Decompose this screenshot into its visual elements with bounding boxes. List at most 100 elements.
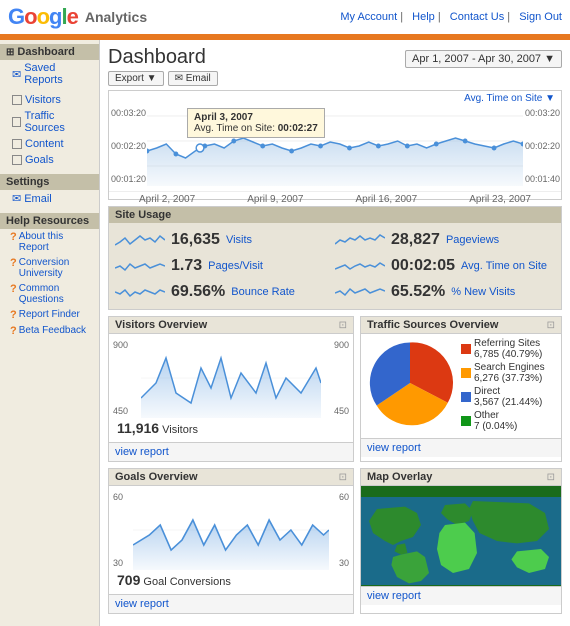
header-nav: My Account | Help | Contact Us | Sign Ou… xyxy=(334,11,562,23)
sidebar-settings-title: Settings xyxy=(0,174,99,190)
legend-direct: Direct 3,567 (21.44%) xyxy=(461,386,545,408)
visitors-line-chart xyxy=(141,338,321,418)
site-usage-section: Site Usage 16,635 Visits 28,827 Pageview… xyxy=(108,206,562,310)
search-label: Search Engines xyxy=(474,362,545,373)
new-visits-label[interactable]: % New Visits xyxy=(451,286,515,298)
dashboard-title-area: Dashboard Export ▼ ✉ Email xyxy=(108,46,218,86)
chart-plot-area: April 3, 2007 Avg. Time on Site: 00:02:2… xyxy=(147,106,523,191)
avg-time-label[interactable]: Avg. Time on Site xyxy=(461,260,547,272)
visitors-chart-area: 900 450 xyxy=(113,338,349,418)
date-range-selector[interactable]: Apr 1, 2007 - Apr 30, 2007 ▼ xyxy=(405,50,562,68)
visitors-panel-header: Visitors Overview ⊡ xyxy=(109,317,353,334)
y-axis-right: 00:03:20 00:02:20 00:01:40 xyxy=(523,106,561,186)
sidebar-item-visitors[interactable]: Visitors xyxy=(0,92,99,108)
map-panel-header: Map Overlay ⊡ xyxy=(361,469,561,486)
traffic-panel-title: Traffic Sources Overview xyxy=(367,319,498,331)
sidebar-item-goals[interactable]: Goals xyxy=(0,152,99,168)
traffic-panel-icon[interactable]: ⊡ xyxy=(547,320,555,331)
sparkline-visits xyxy=(115,230,165,250)
traffic-panel-content: Referring Sites 6,785 (40.79%) Search En… xyxy=(361,334,561,438)
sparkline-time xyxy=(335,256,385,276)
visitors-view-report-link[interactable]: view report xyxy=(115,446,169,458)
direct-value: 3,567 (21.44%) xyxy=(474,397,542,408)
dashboard-grid-icon: ⊞ xyxy=(6,47,14,58)
sidebar-item-traffic-sources[interactable]: Traffic Sources xyxy=(0,108,99,136)
sign-out-link[interactable]: Sign Out xyxy=(519,11,562,23)
map-panel-icon[interactable]: ⊡ xyxy=(547,472,555,483)
sidebar-section-settings: Settings ✉ Email xyxy=(0,174,99,207)
header: Google Analytics My Account | Help | Con… xyxy=(0,0,570,37)
sparkline-new-visits xyxy=(335,282,385,302)
sidebar-help-conversion[interactable]: ? Conversion University xyxy=(0,255,99,281)
chart-metric-label[interactable]: Avg. Time on Site ▼ xyxy=(464,93,555,104)
sidebar-item-content[interactable]: Content xyxy=(0,136,99,152)
help-icon-conversion: ? xyxy=(10,257,17,269)
logo: Google Analytics xyxy=(8,4,147,30)
other-label: Other xyxy=(474,410,517,421)
pageviews-label[interactable]: Pageviews xyxy=(446,234,499,246)
goals-y-axis: 60 30 xyxy=(113,490,133,570)
search-value: 6,276 (37.73%) xyxy=(474,373,545,384)
sidebar-dashboard-title[interactable]: ⊞ Dashboard xyxy=(0,44,99,60)
traffic-panel-footer: view report xyxy=(361,438,561,457)
new-visits-value: 65.52% xyxy=(391,283,445,301)
main-content: Dashboard Export ▼ ✉ Email Apr 1, 2007 -… xyxy=(100,40,570,626)
bottom-panels: Visitors Overview ⊡ 900 450 xyxy=(108,316,562,614)
goals-panel-icon[interactable]: ⊡ xyxy=(339,472,347,483)
goals-panel-title: Goals Overview xyxy=(115,471,198,483)
sidebar-section-dashboard: ⊞ Dashboard ✉ Saved Reports xyxy=(0,44,99,88)
bounce-label[interactable]: Bounce Rate xyxy=(231,286,295,298)
help-icon-beta: ? xyxy=(10,325,17,337)
goals-view-report-link[interactable]: view report xyxy=(115,598,169,610)
sidebar-item-saved-reports[interactable]: ✉ Saved Reports xyxy=(0,60,99,88)
visitors-panel-content: 900 450 xyxy=(109,334,353,442)
avg-time-value: 00:02:05 xyxy=(391,257,455,275)
world-map xyxy=(361,486,561,586)
goals-y-axis-right: 60 30 xyxy=(329,490,349,570)
pie-chart-svg xyxy=(365,338,455,428)
goals-chart-area: 60 30 xyxy=(113,490,349,570)
sidebar-help-title: Help Resources xyxy=(0,213,99,229)
traffic-view-report-link[interactable]: view report xyxy=(367,442,421,454)
other-color xyxy=(461,416,471,426)
usage-pages-per-visit: 1.73 Pages/Visit xyxy=(115,253,335,279)
dashboard-header: Dashboard Export ▼ ✉ Email Apr 1, 2007 -… xyxy=(108,46,562,86)
sidebar-section-main: Visitors Traffic Sources Content Goals xyxy=(0,92,99,168)
legend-referring: Referring Sites 6,785 (40.79%) xyxy=(461,338,545,360)
map-svg xyxy=(361,486,561,586)
email-button[interactable]: ✉ Email xyxy=(168,71,218,86)
bounce-value: 69.56% xyxy=(171,283,225,301)
google-logo: Google xyxy=(8,4,78,30)
referring-value: 6,785 (40.79%) xyxy=(474,349,542,360)
traffic-sources-panel: Traffic Sources Overview ⊡ xyxy=(360,316,562,462)
usage-bounce: 69.56% Bounce Rate xyxy=(115,279,335,305)
sidebar-item-email[interactable]: ✉ Email xyxy=(0,190,99,207)
help-link[interactable]: Help xyxy=(412,11,435,23)
visitors-y-axis: 900 450 xyxy=(113,338,141,418)
ppv-label[interactable]: Pages/Visit xyxy=(208,260,263,272)
sidebar-help-beta[interactable]: ? Beta Feedback xyxy=(0,323,99,339)
usage-new-visits: 65.52% % New Visits xyxy=(335,279,555,305)
map-panel-title: Map Overlay xyxy=(367,471,432,483)
sidebar-help-questions[interactable]: ? Common Questions xyxy=(0,281,99,307)
sidebar-help-about[interactable]: ? About this Report xyxy=(0,229,99,255)
help-icon-finder: ? xyxy=(10,309,17,321)
search-color xyxy=(461,368,471,378)
sidebar-help-finder[interactable]: ? Report Finder xyxy=(0,307,99,323)
map-panel-content xyxy=(361,486,561,586)
site-usage-grid: 16,635 Visits 28,827 Pageviews 1.73 xyxy=(109,223,561,309)
my-account-link[interactable]: My Account xyxy=(340,11,397,23)
help-icon-questions: ? xyxy=(10,283,17,295)
visitors-overview-panel: Visitors Overview ⊡ 900 450 xyxy=(108,316,354,462)
goals-panel-content: 60 30 xyxy=(109,486,353,594)
contact-us-link[interactable]: Contact Us xyxy=(450,11,504,23)
usage-pageviews: 28,827 Pageviews xyxy=(335,227,555,253)
map-view-report-link[interactable]: view report xyxy=(367,590,421,602)
main-chart: Avg. Time on Site ▼ 00:03:20 00:02:20 00… xyxy=(108,90,562,200)
map-panel-footer: view report xyxy=(361,586,561,605)
visits-label[interactable]: Visits xyxy=(226,234,252,246)
visitors-panel-icon[interactable]: ⊡ xyxy=(339,320,347,331)
toolbar: Export ▼ ✉ Email xyxy=(108,71,218,86)
usage-visits: 16,635 Visits xyxy=(115,227,335,253)
export-button[interactable]: Export ▼ xyxy=(108,71,164,86)
